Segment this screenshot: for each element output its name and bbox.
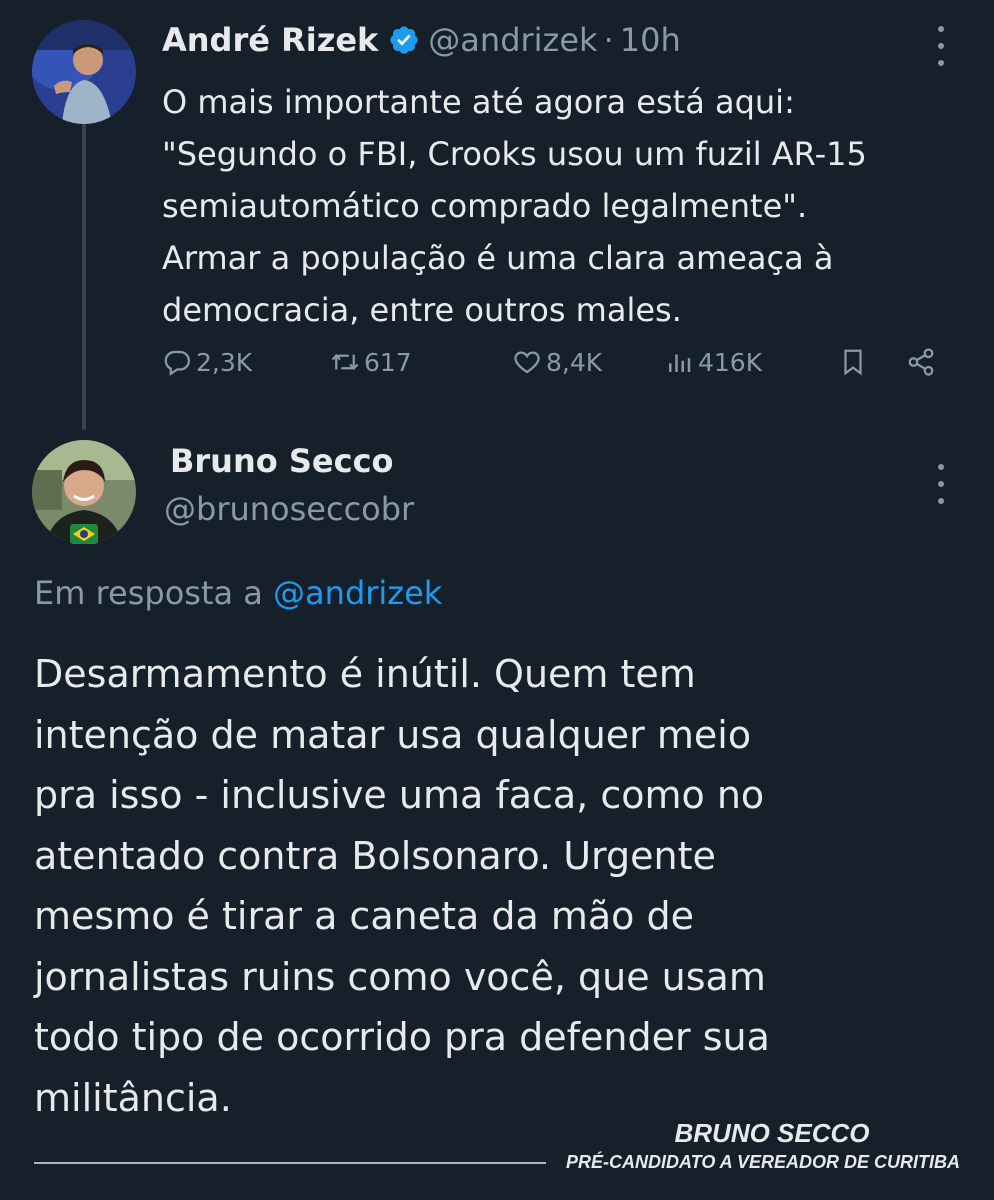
more-icon[interactable] xyxy=(935,464,947,504)
author-name[interactable]: André Rizek xyxy=(162,21,378,59)
tweet-text-line: Desarmamento é inútil. Quem tem xyxy=(34,652,696,696)
tweet-text-line: O mais importante até agora está aqui: xyxy=(162,83,795,121)
author-name[interactable]: Bruno Secco xyxy=(170,442,394,480)
share-button[interactable] xyxy=(906,342,940,382)
views-count: 416K xyxy=(698,347,763,377)
retweet-button[interactable]: 617 xyxy=(330,342,412,382)
reply-mention-link[interactable]: @andrizek xyxy=(273,574,442,612)
tweet-text-line: mesmo é tirar a caneta da mão de xyxy=(34,894,694,938)
brazil-flag-icon xyxy=(70,524,98,544)
verified-badge-icon xyxy=(390,26,418,54)
author-handle[interactable]: @andrizek xyxy=(428,21,597,59)
thread-connector-line xyxy=(82,122,86,430)
like-count: 8,4K xyxy=(546,347,603,377)
reply-icon xyxy=(164,350,190,377)
more-icon[interactable] xyxy=(935,26,947,66)
views-button[interactable]: 416K xyxy=(664,342,762,382)
like-icon xyxy=(514,351,540,374)
share-icon xyxy=(908,348,934,376)
tweet-text-line: pra isso - inclusive uma faca, como no xyxy=(34,773,765,817)
author-handle[interactable]: @brunoseccobr xyxy=(164,490,414,528)
tweet-text-line: intenção de matar usa qualquer meio xyxy=(34,712,752,757)
tweet-text-line: Armar a população é uma clara ameaça à xyxy=(162,239,834,277)
reply-prefix: Em resposta a xyxy=(34,574,263,612)
tweet-timestamp[interactable]: 10h xyxy=(620,21,681,59)
tweet-text-line: todo tipo de ocorrido pra defender sua xyxy=(34,1015,770,1059)
tweet-text-line: jornalistas ruins como você, que usam xyxy=(34,954,766,999)
tweet-text-line: democracia, entre outros males. xyxy=(162,291,682,329)
signature-subtitle: PRÉ-CANDIDATO A VEREADOR DE CURITIBA xyxy=(566,1152,961,1172)
separator-dot: · xyxy=(603,21,614,59)
avatar-andre-rizek[interactable] xyxy=(32,20,136,124)
reply-context: Em resposta a @andrizek xyxy=(34,574,442,612)
tweet1-header: André Rizek @andrizek · 10h xyxy=(162,18,681,62)
like-button[interactable]: 8,4K xyxy=(512,342,602,382)
tweet-text-line: semiautomático comprado legalmente". xyxy=(162,187,808,225)
tweet-text-line: "Segundo o FBI, Crooks usou um fuzil AR-… xyxy=(162,135,867,173)
bookmark-button[interactable] xyxy=(838,342,872,382)
tweet2-text: Desarmamento é inútil. Quem tem intenção… xyxy=(34,644,974,1128)
signature-name: BRUNO SECCO xyxy=(674,1118,870,1148)
reply-button[interactable]: 2,3K xyxy=(162,342,252,382)
retweet-count: 617 xyxy=(364,347,412,377)
signature-divider xyxy=(34,1162,546,1164)
views-icon xyxy=(669,354,691,372)
tweet-text-line: atentado contra Bolsonaro. Urgente xyxy=(34,833,716,878)
retweet-icon xyxy=(331,354,359,370)
screenshot-page: André Rizek @andrizek · 10h O mais impor… xyxy=(0,0,994,1200)
bookmark-icon xyxy=(844,349,862,376)
reply-count: 2,3K xyxy=(196,347,253,377)
tweet1-action-bar: 2,3K 617 8,4K 416K xyxy=(162,342,952,382)
tweet1-text: O mais importante até agora está aqui: "… xyxy=(162,76,962,336)
